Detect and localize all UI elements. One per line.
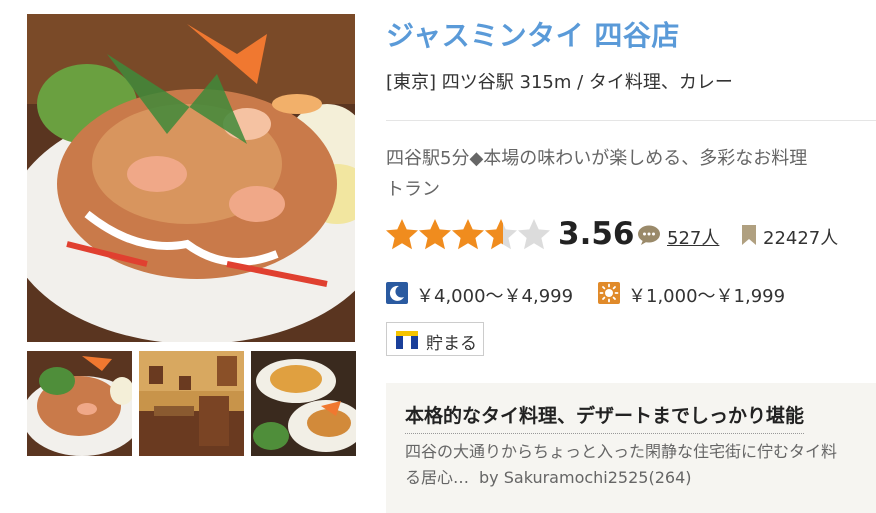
comment-icon <box>638 225 660 245</box>
star-icon <box>419 219 451 250</box>
moon-icon <box>386 282 408 304</box>
restaurant-name-link[interactable]: ジャスミンタイ 四谷店 <box>386 14 680 54</box>
thumbnail-photo-3[interactable] <box>251 351 356 456</box>
lunch-price: ￥1,000～￥1,999 <box>628 286 786 307</box>
rating-row: 3.56 527人 22427人 <box>386 216 876 256</box>
review-excerpt: 四谷の大通りからちょっと入った閑静な住宅街に佇むタイ料 る居心… by Sakur… <box>405 439 876 491</box>
review-excerpt-line-1: 四谷の大通りからちょっと入った閑静な住宅街に佇むタイ料 <box>405 442 838 461</box>
divider <box>386 120 876 121</box>
tpoint-logo <box>396 331 418 349</box>
star-rating <box>386 219 550 250</box>
price-row: ￥4,000～￥4,999 ￥1,000～￥1,999 <box>386 281 876 307</box>
star-icon <box>485 219 517 250</box>
tpoint-badge: 貯まる <box>386 322 484 356</box>
catch-copy-line-2: トラン <box>386 179 440 200</box>
catch-copy-line-1: 四谷駅5分◆本場の味わいが楽しめる、多彩なお料理 <box>386 148 808 169</box>
review-count-link[interactable]: 527人 <box>667 224 719 250</box>
star-icon <box>452 219 484 250</box>
dinner-price: ￥4,000～￥4,999 <box>416 286 574 307</box>
star-icon <box>386 219 418 250</box>
star-icon <box>518 219 550 250</box>
thumbnail-photo-2[interactable] <box>139 351 244 456</box>
bookmark-icon <box>742 225 756 245</box>
review-title-link[interactable]: 本格的なタイ料理、デザートまでしっかり堪能 <box>405 401 805 434</box>
tpoint-label: 貯まる <box>426 334 477 354</box>
review-excerpt-line-2: る居心… <box>405 468 470 487</box>
bookmark-count: 22427人 <box>763 228 839 249</box>
area-genre-text: [東京] 四ツ谷駅 315m / タイ料理、カレー <box>386 72 733 93</box>
catch-copy: 四谷駅5分◆本場の味わいが楽しめる、多彩なお料理 トラン <box>386 143 876 205</box>
review-card[interactable]: 本格的なタイ料理、デザートまでしっかり堪能 四谷の大通りからちょっと入った閑静な… <box>386 383 876 513</box>
review-author: by Sakuramochi2525(264) <box>479 468 692 487</box>
rating-score: 3.56 <box>558 216 635 252</box>
sun-icon <box>598 282 620 304</box>
main-photo[interactable] <box>27 14 355 342</box>
thumbnail-photo-1[interactable] <box>27 351 132 456</box>
